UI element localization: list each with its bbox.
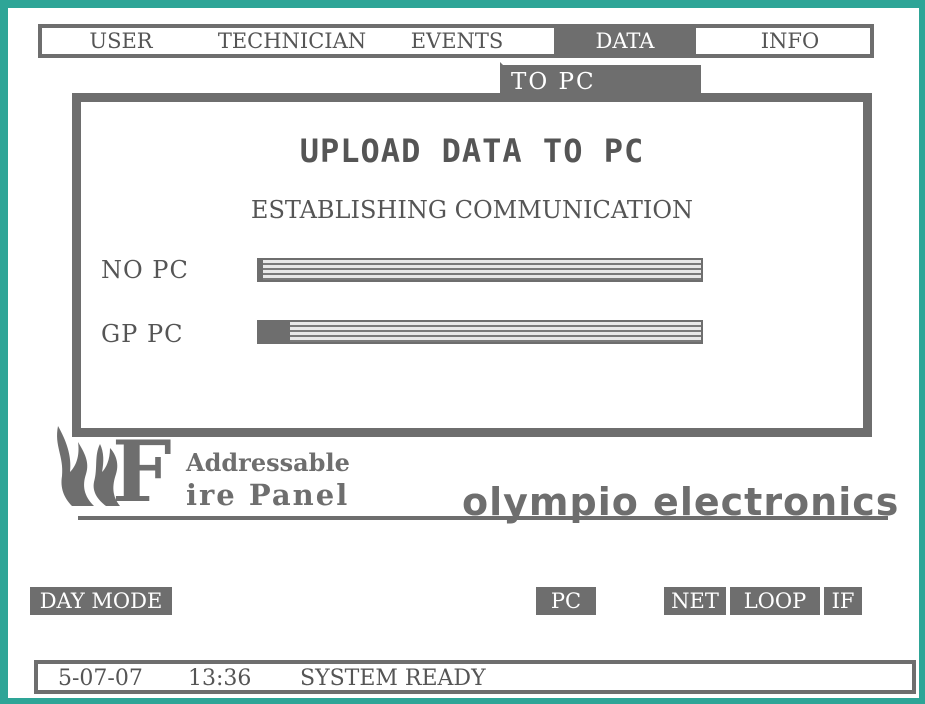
no-pc-progress-bar <box>257 258 703 282</box>
logo-letter: F <box>112 422 172 521</box>
dialog-title: UPLOAD DATA TO PC <box>299 132 645 170</box>
main-menu: USER TECHNICIAN EVENTS DATA INFO <box>38 24 874 58</box>
status-time: 13:36 <box>188 666 252 691</box>
gp-pc-progress-fill <box>259 322 290 342</box>
status-date: 5-07-07 <box>58 666 143 691</box>
net-indicator: NET <box>664 587 726 615</box>
menu-user[interactable]: USER <box>56 28 186 54</box>
menu-technician[interactable]: TECHNICIAN <box>202 28 382 54</box>
logo-line-2: ire Panel <box>186 478 350 512</box>
brand-name: olympio electronics <box>462 480 900 524</box>
logo-line-1: Addressable <box>186 448 350 477</box>
gp-pc-label: GP PC <box>101 320 184 348</box>
status-message: SYSTEM READY <box>300 666 486 691</box>
menu-events[interactable]: EVENTS <box>394 28 520 54</box>
if-indicator: IF <box>824 587 862 615</box>
day-mode-indicator: DAY MODE <box>30 587 172 615</box>
gp-pc-progress-bar <box>257 320 703 344</box>
no-pc-progress-fill <box>259 260 264 280</box>
status-bar: 5-07-07 13:36 SYSTEM READY <box>34 660 916 694</box>
upload-dialog: UPLOAD DATA TO PC ESTABLISHING COMMUNICA… <box>72 93 872 437</box>
menu-info[interactable]: INFO <box>710 28 870 54</box>
no-pc-label: NO PC <box>101 256 189 284</box>
loop-indicator: LOOP <box>730 587 820 615</box>
pc-indicator: PC <box>536 587 596 615</box>
menu-data[interactable]: DATA <box>554 28 696 54</box>
dialog-status: ESTABLISHING COMMUNICATION <box>250 196 694 224</box>
